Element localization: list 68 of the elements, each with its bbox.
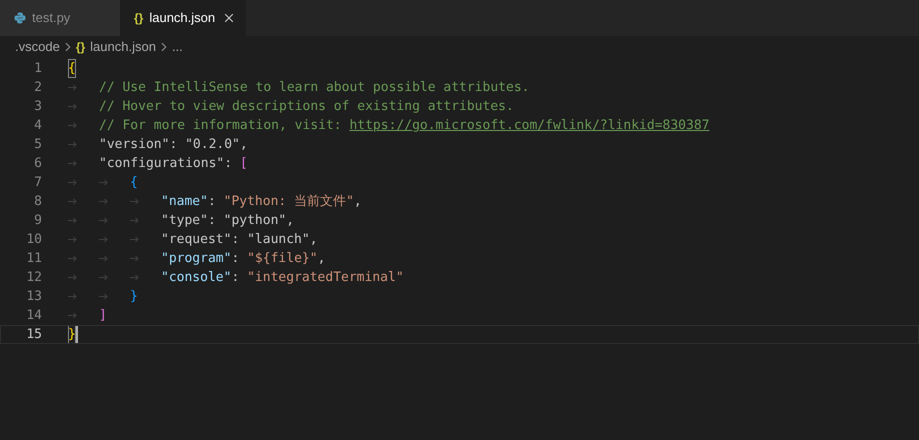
tab-arrow-icon	[68, 122, 77, 129]
line-number: 11	[25, 250, 42, 268]
code-text: "configurations": [	[99, 155, 248, 173]
line-number: 10	[25, 231, 42, 249]
tab-arrow-icon	[68, 217, 77, 224]
code-text: "name": "Python: 当前文件",	[161, 193, 362, 211]
line-number: 1	[33, 60, 42, 78]
line-number: 13	[25, 288, 42, 306]
line-number: 15	[25, 326, 42, 344]
python-icon	[14, 12, 26, 24]
tab-arrow-icon	[68, 141, 77, 148]
tab-arrow-icon	[99, 255, 108, 262]
line-number: 4	[33, 117, 42, 135]
tab-arrow-icon	[130, 217, 139, 224]
breadcrumb-item[interactable]: .vscode	[15, 37, 60, 57]
code-text: "version": "0.2.0",	[99, 136, 248, 154]
tab-arrow-icon	[68, 198, 77, 205]
tab-arrow-icon	[68, 236, 77, 243]
tab-arrow-icon	[99, 293, 108, 300]
tab-label: test.py	[32, 9, 70, 28]
tab-arrow-icon	[68, 160, 77, 167]
code-text: // Hover to view descriptions of existing attributes.	[99, 98, 514, 116]
editor-tab[interactable]: test.py	[0, 0, 120, 36]
line-number: 8	[33, 193, 42, 211]
line-number: 9	[33, 212, 42, 230]
tab-arrow-icon	[99, 274, 108, 281]
code-text: }	[130, 288, 138, 306]
text-cursor	[76, 326, 78, 344]
line-number: 6	[33, 155, 42, 173]
code-text: // Use IntelliSense to learn about possible attributes.	[99, 79, 530, 97]
tab-arrow-icon	[68, 293, 77, 300]
code-text: {	[68, 59, 76, 78]
tab-arrow-icon	[99, 198, 108, 205]
braces-icon: {}	[134, 9, 144, 27]
code-text: "program": "${file}",	[161, 250, 326, 268]
tab-arrow-icon	[68, 179, 77, 186]
line-number: 7	[33, 174, 42, 192]
tab-arrow-icon	[68, 103, 77, 110]
breadcrumb-item[interactable]: ...	[172, 37, 183, 57]
tab-arrow-icon	[99, 179, 108, 186]
braces-icon: {}	[76, 38, 86, 56]
code-text: // For more information, visit: https://go.microsoft.com/fwlink/?linkid=830387	[99, 116, 710, 135]
code-text: {	[130, 174, 138, 192]
tab-arrow-icon	[99, 217, 108, 224]
line-number: 5	[33, 136, 42, 154]
tab-arrow-icon	[68, 274, 77, 281]
line-number: 14	[25, 307, 42, 325]
code-text: ]	[99, 307, 107, 325]
tab-arrow-icon	[130, 274, 139, 281]
code-text: "request": "launch",	[161, 231, 318, 249]
tab-arrow-icon	[99, 236, 108, 243]
editor-tab[interactable]: {} launch.json	[120, 0, 246, 36]
tab-arrow-icon	[68, 255, 77, 262]
tab-arrow-icon	[130, 198, 139, 205]
code-text: "type": "python",	[161, 212, 294, 230]
code-text: }	[68, 325, 76, 344]
line-number: 3	[33, 98, 42, 116]
tab-arrow-icon	[130, 255, 139, 262]
breadcrumb-item[interactable]: launch.json	[90, 37, 156, 57]
code-text: "console": "integratedTerminal"	[161, 269, 404, 287]
tab-label: launch.json	[149, 9, 216, 28]
tab-arrow-icon	[68, 312, 77, 319]
tab-arrow-icon	[130, 236, 139, 243]
close-icon[interactable]	[222, 11, 236, 25]
line-number: 2	[33, 79, 42, 97]
link[interactable]: https://go.microsoft.com/fwlink/?linkid=830387	[349, 116, 710, 135]
line-number: 12	[25, 269, 42, 287]
tab-arrow-icon	[68, 84, 77, 91]
